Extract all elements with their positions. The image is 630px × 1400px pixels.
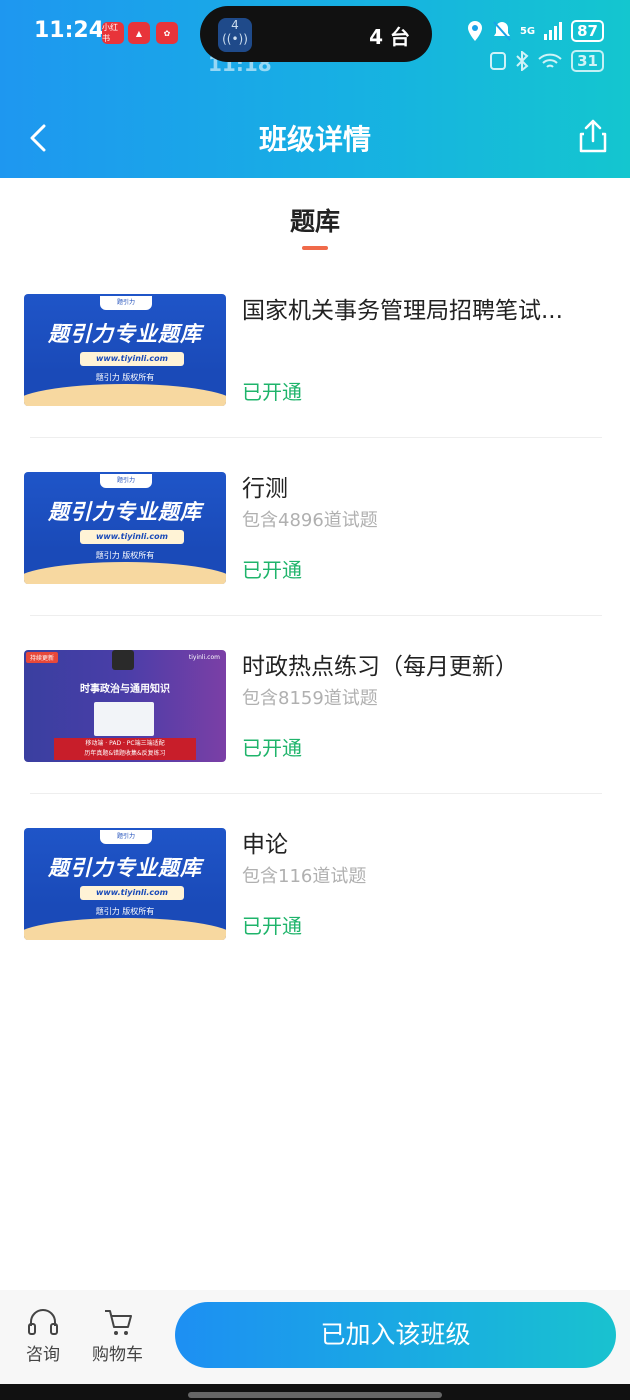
battery-indicator-ghost: 31 <box>571 50 604 72</box>
item-status: 已开通 <box>242 380 302 404</box>
app-notification-icon: ✿ <box>156 22 178 44</box>
thumb-url: www.tiyinli.com <box>80 886 184 900</box>
status-icons: 5G 87 <box>466 20 604 42</box>
thumb-url: www.tiyinli.com <box>80 530 184 544</box>
item-status: 已开通 <box>242 558 302 582</box>
item-question-count <box>242 330 602 356</box>
thumb-copyright: 题引力 版权所有 <box>95 907 155 916</box>
item-title: 时政热点练习（每月更新） <box>242 654 518 680</box>
item-info: 行测 包含4896道试题 <box>242 472 602 534</box>
consult-button[interactable]: 咨询 <box>26 1308 60 1365</box>
thumb-title: 题引力专业题库 <box>48 322 202 346</box>
live-activity-text: 4 台 <box>369 25 410 49</box>
course-thumbnail: 题引力 题引力专业题库 www.tiyinli.com 题引力 版权所有 <box>24 472 226 584</box>
list-item[interactable]: 持续更新 tiyinli.com 时事政治与通用知识 移动端 · PAD · P… <box>24 650 602 828</box>
item-info: 时政热点练习（每月更新） 包含8159道试题 <box>242 650 602 712</box>
item-question-count: 包含8159道试题 <box>242 688 378 709</box>
thumb-logo <box>112 650 134 670</box>
course-thumbnail: 题引力 题引力专业题库 www.tiyinli.com 题引力 版权所有 <box>24 294 226 406</box>
nfc-icon <box>490 52 507 70</box>
item-title: 申论 <box>242 832 288 858</box>
bottom-action-bar: 咨询 购物车 已加入该班级 <box>0 1290 630 1384</box>
thumb-tag: 持续更新 <box>26 652 59 663</box>
list-item[interactable]: 题引力 题引力专业题库 www.tiyinli.com 题引力 版权所有 国家机… <box>24 294 602 472</box>
app-notification-icon: ▲ <box>128 22 150 44</box>
thumb-wave <box>24 918 226 940</box>
share-icon[interactable] <box>578 118 608 154</box>
signal-icon <box>544 22 563 40</box>
app-notification-icon: 小红书 <box>102 22 124 44</box>
divider <box>30 793 602 794</box>
tab-active-indicator <box>302 246 328 250</box>
mute-bell-icon <box>493 21 511 41</box>
tab-question-bank[interactable]: 题库 <box>0 202 630 250</box>
item-title: 行测 <box>242 476 288 502</box>
cart-icon <box>104 1310 132 1335</box>
thumb-banner-line: 历年真题&错题收集&反复练习 <box>84 750 166 757</box>
wifi-icon <box>538 53 562 68</box>
divider <box>30 437 602 438</box>
joined-class-button[interactable]: 已加入该班级 <box>175 1302 616 1368</box>
thumb-copyright: 题引力 版权所有 <box>95 373 155 382</box>
divider <box>30 615 602 616</box>
cart-button[interactable]: 购物车 <box>92 1308 143 1365</box>
consult-label: 咨询 <box>26 1345 60 1365</box>
dynamic-island[interactable]: 4 ((•)) 4 台 <box>200 6 432 62</box>
thumb-site: tiyinli.com <box>188 654 220 661</box>
question-bank-list: 题引力 题引力专业题库 www.tiyinli.com 题引力 版权所有 国家机… <box>24 294 602 1006</box>
list-item[interactable]: 题引力 题引力专业题库 www.tiyinli.com 题引力 版权所有 行测 … <box>24 472 602 650</box>
item-question-count: 包含116道试题 <box>242 866 367 887</box>
tab-label: 题库 <box>289 207 340 236</box>
thumb-wave <box>24 562 226 584</box>
thumb-banner-line: 移动端 · PAD · PC端三端适配 <box>85 740 165 747</box>
thumb-url: www.tiyinli.com <box>80 352 184 366</box>
thumb-logo: 题引力 <box>100 474 152 488</box>
headset-icon <box>28 1309 58 1335</box>
location-icon <box>467 21 482 41</box>
item-status: 已开通 <box>242 736 302 760</box>
thumb-device-screen <box>94 702 154 736</box>
thumb-wave <box>24 384 226 406</box>
status-bar: 11:24 小红书 ▲ ✿ 11:18 4 ((•)) 4 台 5G 87 31 <box>0 0 630 76</box>
thumb-banner: 移动端 · PAD · PC端三端适配 历年真题&错题收集&反复练习 <box>54 738 196 760</box>
thumb-copyright: 题引力 版权所有 <box>95 551 155 560</box>
thumb-logo: 题引力 <box>100 296 152 310</box>
item-info: 国家机关事务管理局招聘笔试... <box>242 294 602 356</box>
page-title: 班级详情 <box>258 123 371 156</box>
header: 11:24 小红书 ▲ ✿ 11:18 4 ((•)) 4 台 5G 87 31 班级… <box>0 0 630 178</box>
status-time: 11:24 <box>34 18 105 43</box>
thumb-logo: 题引力 <box>100 830 152 844</box>
thumb-title: 题引力专业题库 <box>48 856 202 880</box>
course-thumbnail: 题引力 题引力专业题库 www.tiyinli.com 题引力 版权所有 <box>24 828 226 940</box>
item-title: 国家机关事务管理局招聘笔试... <box>242 298 563 324</box>
list-item[interactable]: 题引力 题引力专业题库 www.tiyinli.com 题引力 版权所有 申论 … <box>24 828 602 1006</box>
item-info: 申论 包含116道试题 <box>242 828 602 890</box>
live-activity-icon: 4 ((•)) <box>218 18 252 52</box>
item-question-count: 包含4896道试题 <box>242 510 378 531</box>
status-icons-ghost: 31 <box>489 50 604 72</box>
item-status: 已开通 <box>242 914 302 938</box>
bluetooth-icon <box>516 51 529 71</box>
battery-indicator: 87 <box>571 20 604 42</box>
cart-label: 购物车 <box>92 1345 143 1365</box>
course-thumbnail: 持续更新 tiyinli.com 时事政治与通用知识 移动端 · PAD · P… <box>24 650 226 762</box>
signal-label: 5G <box>519 25 536 37</box>
thumb-heading: 时事政治与通用知识 <box>80 684 170 695</box>
thumb-title: 题引力专业题库 <box>48 500 202 524</box>
home-indicator[interactable] <box>188 1392 442 1398</box>
